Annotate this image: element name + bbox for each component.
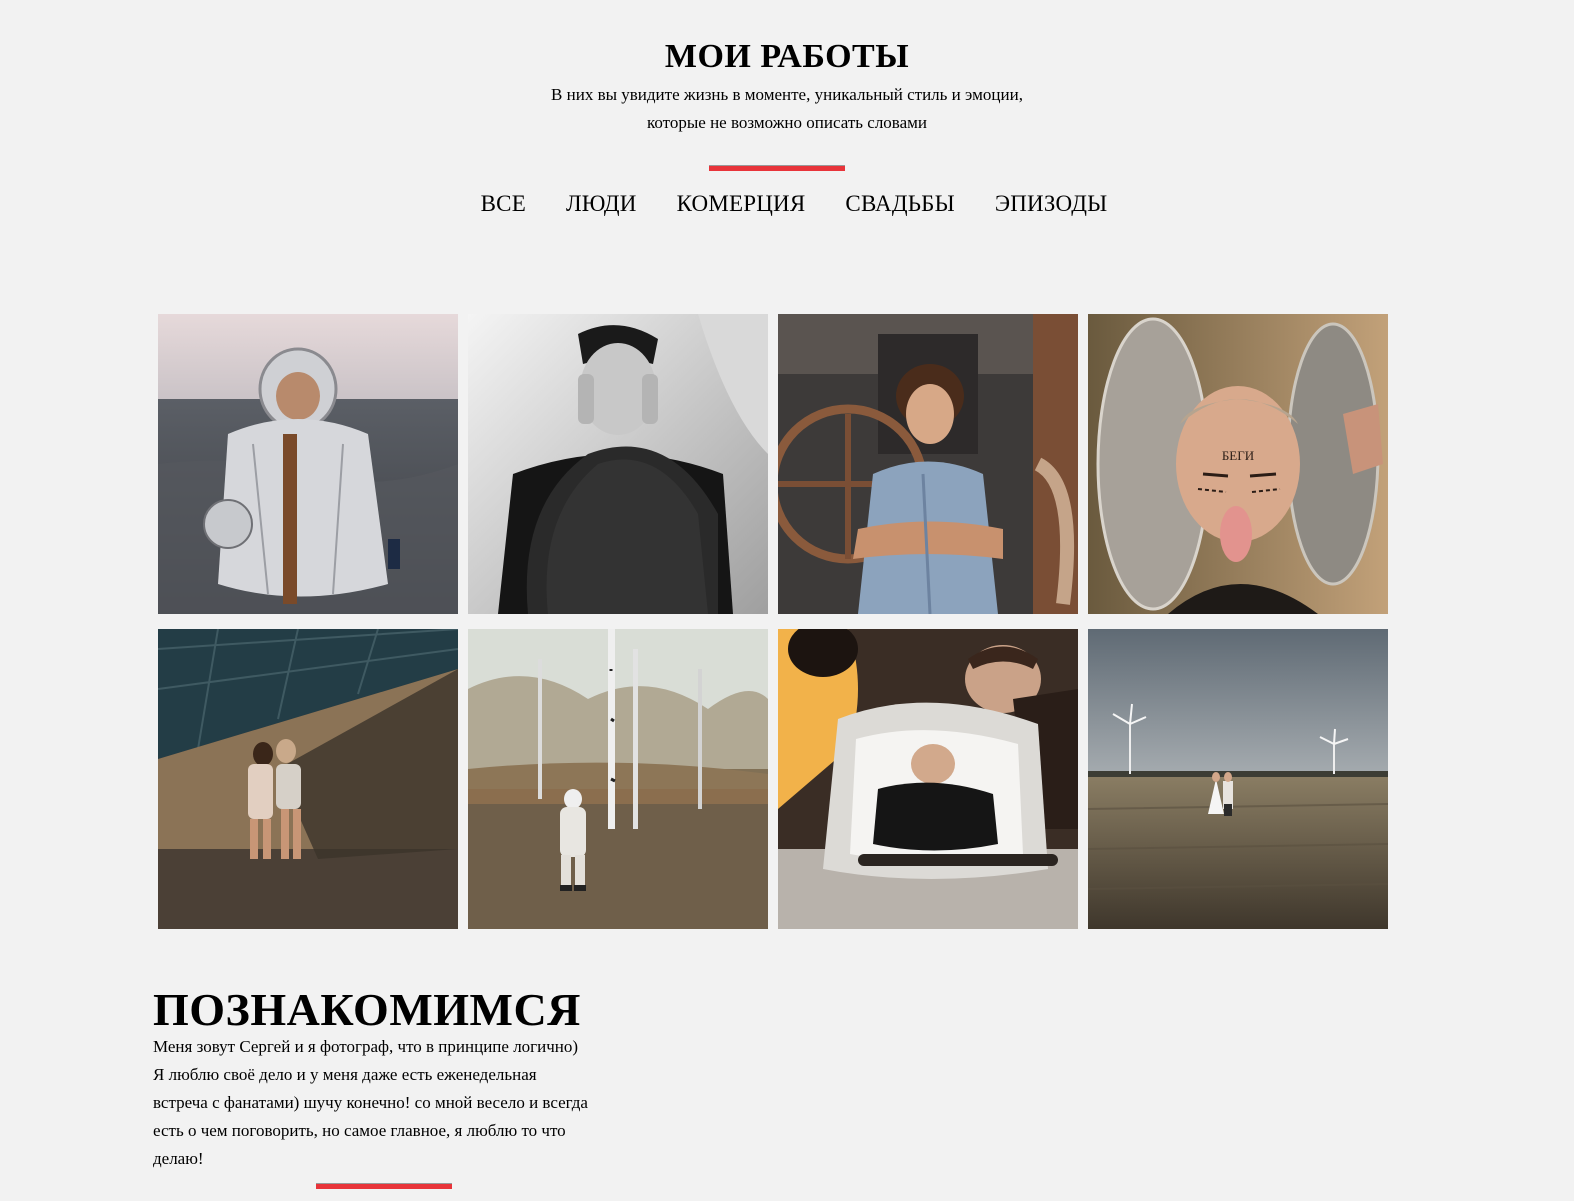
- about-text-line-3: встреча с фанатами) шучу конечно! со мно…: [153, 1093, 588, 1112]
- works-subtitle-line-1: В них вы увидите жизнь в моменте, уникал…: [551, 85, 1023, 104]
- works-subtitle-line-2: которые не возможно описать словами: [646, 113, 928, 132]
- gallery-photo-curly-guy[interactable]: [778, 314, 1078, 614]
- works-subtitle: В них вы увидите жизнь в моменте, уникал…: [0, 81, 1574, 137]
- about-text-line-4: есть о чем поговорить, но самое главное,…: [153, 1121, 566, 1140]
- filter-tab-episodes[interactable]: ЭПИЗОДЫ: [995, 187, 1108, 221]
- accent-divider-bottom: [316, 1183, 452, 1189]
- gallery-photo-bw-portrait[interactable]: [468, 314, 768, 614]
- accent-divider-top: [709, 165, 845, 171]
- gallery-photo-astronaut[interactable]: [158, 314, 458, 614]
- about-text-line-1: Меня зовут Сергей и я фотограф, что в пр…: [153, 1037, 579, 1056]
- gallery-photo-baby-stroller[interactable]: [778, 629, 1078, 929]
- filter-tab-commercial[interactable]: КОМЕРЦИЯ: [677, 187, 806, 221]
- gallery-photo-birch-forest[interactable]: [468, 629, 768, 929]
- about-text: Меня зовут Сергей и я фотограф, что в пр…: [153, 1033, 623, 1173]
- filter-tab-people[interactable]: ЛЮДИ: [566, 187, 637, 221]
- filter-tab-weddings[interactable]: СВАДЬБЫ: [845, 187, 954, 221]
- portfolio-filter-nav: ВСЕ ЛЮДИ КОМЕРЦИЯ СВАДЬБЫ ЭПИЗОДЫ: [0, 187, 1574, 221]
- face-tattoo-text: БЕГИ: [1222, 448, 1254, 463]
- filter-tab-all[interactable]: ВСЕ: [481, 187, 526, 221]
- about-text-line-5: делаю!: [153, 1149, 204, 1168]
- gallery-photo-tattoo-face[interactable]: БЕГИ: [1088, 314, 1388, 614]
- works-title: МОИ РАБОТЫ: [664, 38, 910, 75]
- photo-gallery: БЕГИ: [158, 314, 1390, 929]
- gallery-photo-couple-shadow[interactable]: [158, 629, 458, 929]
- about-title: ПОЗНАКОМИМСЯ: [153, 984, 581, 1035]
- about-text-line-2: Я люблю своё дело и у меня даже есть еже…: [153, 1065, 537, 1084]
- gallery-photo-wedding-field[interactable]: [1088, 629, 1388, 929]
